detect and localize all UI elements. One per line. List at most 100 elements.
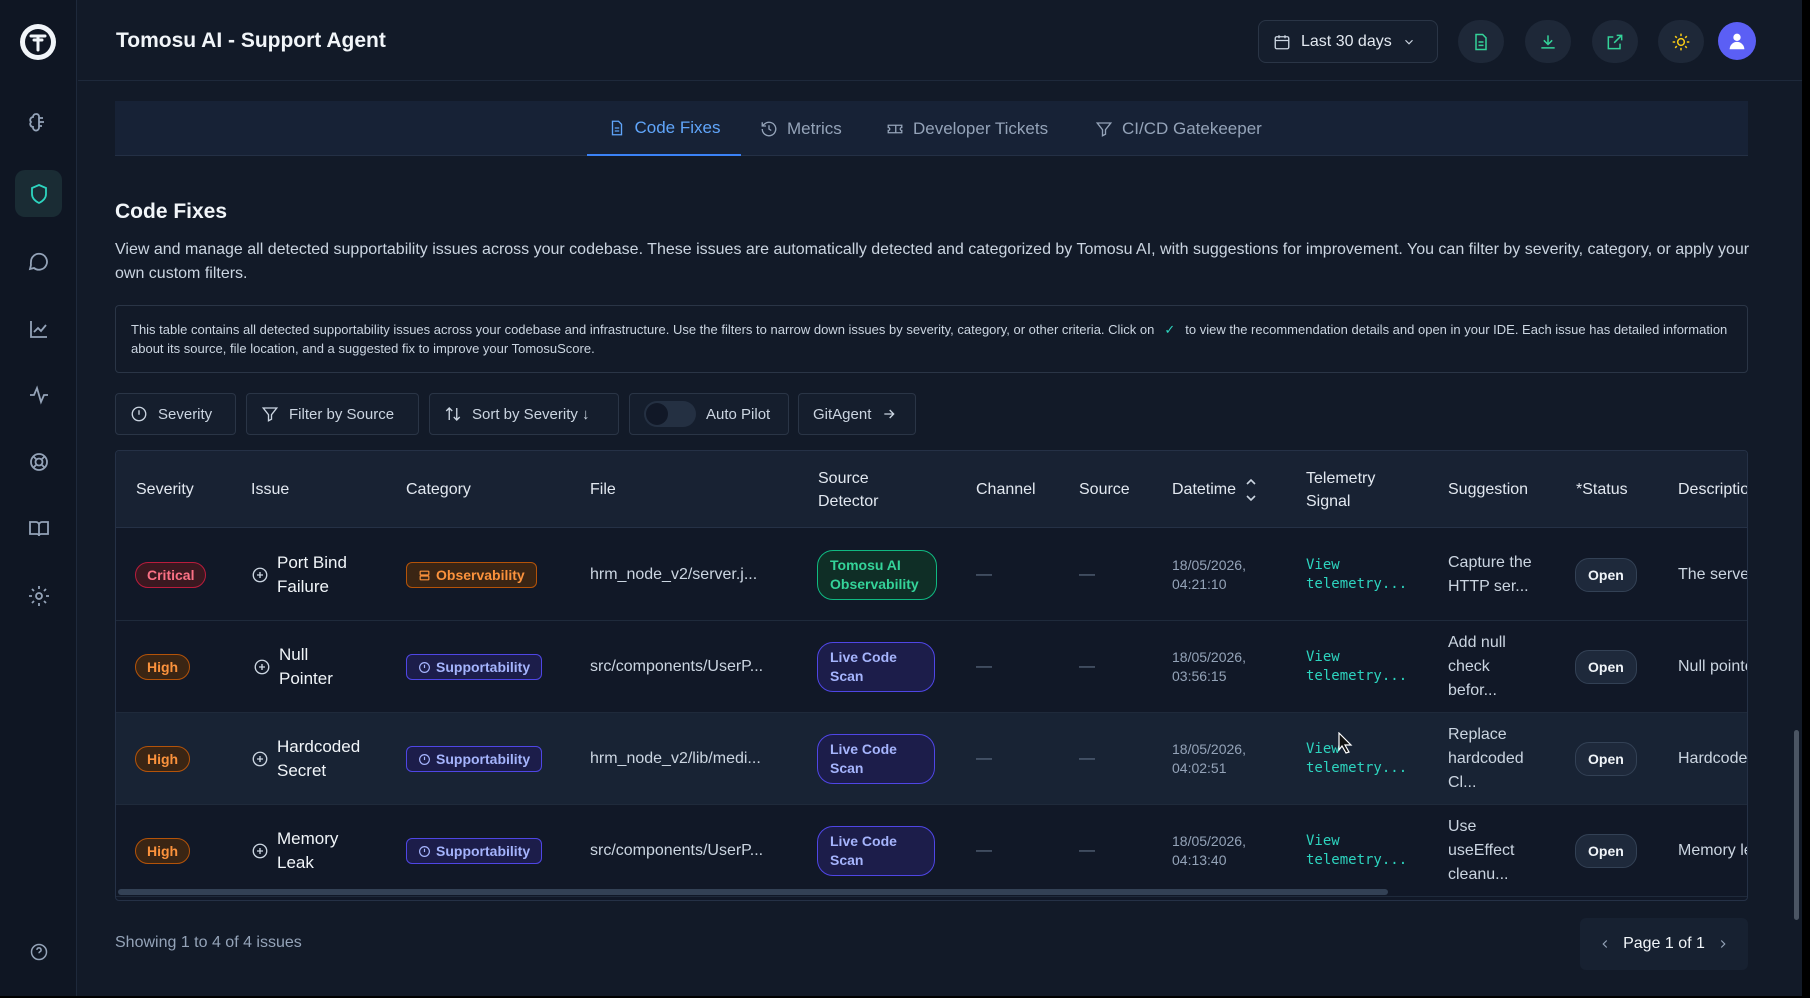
results-count: Showing 1 to 4 of 4 issues — [115, 934, 302, 951]
severity-filter-button[interactable]: Severity — [115, 393, 236, 435]
autopilot-switch[interactable] — [644, 401, 696, 427]
check-icon: ✓ — [1164, 322, 1176, 337]
chevron-right-icon[interactable] — [1716, 937, 1730, 951]
arrow-right-icon — [884, 409, 895, 419]
sort-button[interactable]: Sort by Severity ↓ — [429, 393, 619, 435]
suggestion-text[interactable]: Use useEffect cleanu... — [1448, 805, 1538, 897]
brain-icon[interactable] — [15, 98, 62, 145]
file-path[interactable]: src/components/UserP... — [590, 621, 763, 713]
col-description[interactable]: Descriptio — [1678, 451, 1747, 528]
source-filter-button[interactable]: Filter by Source — [246, 393, 419, 435]
col-severity[interactable]: Severity — [136, 451, 194, 528]
page-title: Code Fixes — [115, 200, 228, 223]
chat-icon[interactable] — [15, 238, 62, 285]
channel-value: — — [976, 750, 992, 767]
report-button[interactable] — [1458, 20, 1504, 63]
lifebuoy-icon[interactable] — [15, 438, 62, 485]
user-icon — [1729, 33, 1745, 50]
file-path[interactable]: hrm_node_v2/server.j... — [590, 529, 757, 621]
sort-icon — [445, 407, 461, 421]
severity-filter-label: Severity — [158, 405, 213, 423]
user-avatar[interactable] — [1718, 22, 1756, 60]
sidebar — [0, 0, 77, 996]
horizontal-scrollbar[interactable] — [118, 889, 1388, 895]
tab-bar: Code Fixes Metrics Developer Tickets CI/… — [115, 101, 1748, 156]
sun-icon — [1672, 33, 1690, 50]
issue-link[interactable]: Port Bind Failure — [251, 551, 381, 599]
status-badge[interactable]: Open — [1575, 650, 1637, 684]
suggestion-text[interactable]: Replace hardcoded Cl... — [1448, 713, 1538, 805]
issue-link[interactable]: Memory Leak — [251, 827, 371, 875]
col-source[interactable]: Source — [1079, 451, 1130, 528]
severity-badge: High — [135, 654, 191, 680]
telemetry-link[interactable]: View telemetry... — [1306, 713, 1410, 805]
date-range-button[interactable]: Last 30 days — [1258, 20, 1438, 63]
table-row[interactable]: High Memory Leak Supportability src/comp… — [116, 805, 1747, 897]
table-row[interactable]: High Null Pointer Supportability src/com… — [116, 621, 1747, 713]
col-issue[interactable]: Issue — [251, 451, 289, 528]
suggestion-text[interactable]: Capture the HTTP ser... — [1448, 529, 1538, 621]
suggestion-text[interactable]: Add null check befor... — [1448, 621, 1538, 713]
severity-badge: Critical — [135, 562, 207, 588]
col-category[interactable]: Category — [406, 451, 471, 528]
col-suggestion[interactable]: Suggestion — [1448, 451, 1528, 528]
shield-icon[interactable] — [15, 170, 62, 217]
activity-icon[interactable] — [15, 371, 62, 418]
info-circle-icon — [419, 661, 430, 673]
category-label: Observability — [436, 567, 525, 583]
download-button[interactable] — [1525, 20, 1571, 63]
gear-icon[interactable] — [15, 572, 62, 619]
severity-badge: High — [135, 838, 191, 864]
telemetry-link[interactable]: View telemetry... — [1306, 805, 1410, 897]
help-icon[interactable] — [15, 928, 62, 975]
category-badge: Supportability — [406, 654, 543, 680]
history-icon — [761, 121, 777, 136]
tab-code-fixes[interactable]: Code Fixes — [587, 101, 741, 156]
issues-table: Severity Issue Category File Source Dete… — [115, 450, 1748, 901]
autopilot-label: Auto Pilot — [706, 405, 771, 423]
issue-link[interactable]: Null Pointer — [253, 643, 363, 691]
tab-developer-tickets[interactable]: Developer Tickets — [886, 101, 1048, 156]
logo[interactable] — [20, 24, 56, 60]
alert-circle-icon — [131, 406, 147, 422]
category-label: Supportability — [436, 843, 531, 859]
sort-toggle-icon — [1246, 478, 1256, 501]
channel-value: — — [976, 658, 992, 675]
datetime-value: 18/05/2026, 04:13:40 — [1172, 833, 1246, 868]
chevron-left-icon[interactable] — [1598, 937, 1612, 951]
vertical-scrollbar[interactable] — [1794, 730, 1799, 920]
col-channel[interactable]: Channel — [976, 451, 1036, 528]
col-telemetry-signal[interactable]: Telemetry Signal — [1306, 451, 1406, 528]
gitagent-label: GitAgent — [813, 405, 872, 423]
table-row[interactable]: High Hardcoded Secret Supportability hrm… — [116, 713, 1747, 805]
theme-toggle-button[interactable] — [1658, 20, 1704, 63]
tab-cicd-gatekeeper[interactable]: CI/CD Gatekeeper — [1095, 101, 1262, 156]
status-badge[interactable]: Open — [1575, 558, 1637, 592]
mouse-pointer-icon — [1338, 732, 1353, 754]
file-path[interactable]: hrm_node_v2/lib/medi... — [590, 713, 761, 805]
gitagent-button[interactable]: GitAgent — [798, 393, 916, 435]
col-file[interactable]: File — [590, 451, 616, 528]
issue-link[interactable]: Hardcoded Secret — [251, 735, 376, 783]
telemetry-link[interactable]: View telemetry... — [1306, 621, 1410, 713]
status-badge[interactable]: Open — [1575, 742, 1637, 776]
col-source-detector[interactable]: Source Detector — [818, 451, 908, 528]
filter-icon — [261, 407, 279, 422]
telemetry-link[interactable]: View telemetry... — [1306, 529, 1410, 621]
category-badge: Supportability — [406, 746, 543, 772]
plus-circle-icon — [252, 751, 268, 767]
line-chart-icon[interactable] — [15, 305, 62, 352]
share-button[interactable] — [1592, 20, 1638, 63]
table-header: Severity Issue Category File Source Dete… — [116, 451, 1747, 528]
ticket-icon — [887, 124, 903, 133]
status-badge[interactable]: Open — [1575, 834, 1637, 868]
col-datetime[interactable]: Datetime — [1172, 451, 1258, 528]
table-row[interactable]: Critical Port Bind Failure Observability… — [116, 529, 1747, 621]
tab-metrics[interactable]: Metrics — [760, 101, 842, 156]
book-icon[interactable] — [15, 505, 62, 552]
col-status[interactable]: *Status — [1576, 451, 1628, 528]
autopilot-toggle[interactable]: Auto Pilot — [629, 393, 789, 435]
detector-badge: Live Code Scan — [817, 826, 935, 876]
datetime-value: 18/05/2026, 04:02:51 — [1172, 741, 1246, 776]
file-path[interactable]: src/components/UserP... — [590, 805, 763, 897]
